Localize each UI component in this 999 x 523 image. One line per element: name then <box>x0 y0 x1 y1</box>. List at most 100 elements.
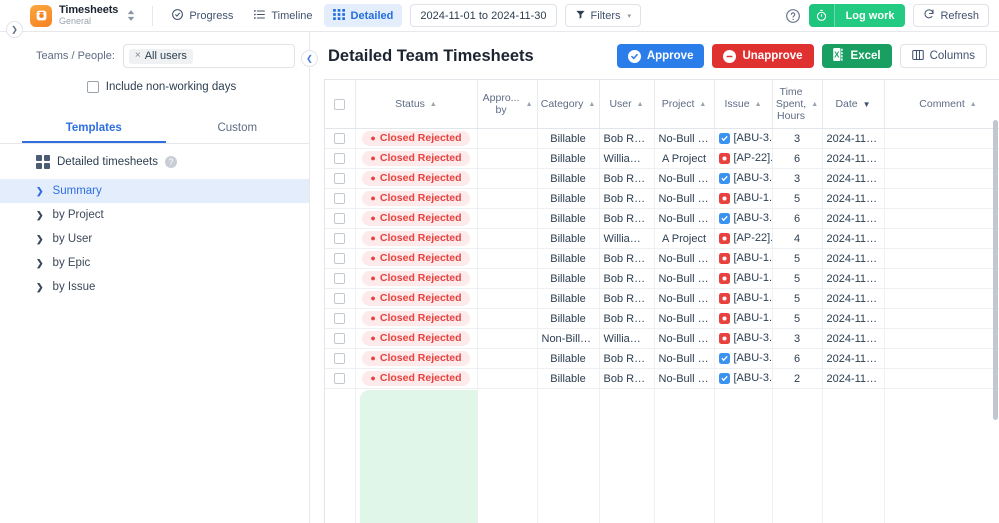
sidebar-item-by-issue[interactable]: ❯ by Issue <box>0 275 309 299</box>
row-issue-cell[interactable]: [ABU-1... <box>714 268 773 289</box>
table-row[interactable]: ●Closed Rejected BillableBob Robin...No-B… <box>325 368 999 389</box>
row-issue-cell[interactable]: [ABU-3... <box>714 368 773 389</box>
column-header-status[interactable]: Status ▲ <box>355 80 478 129</box>
column-header-user[interactable]: User ▲ <box>599 80 655 129</box>
chevron-up-down-icon[interactable] <box>127 10 135 21</box>
row-issue-cell[interactable]: [ABU-1... <box>714 308 773 329</box>
row-checkbox[interactable] <box>334 193 346 205</box>
app-identity[interactable]: Timesheets General <box>30 4 143 27</box>
row-select-cell[interactable] <box>325 288 356 309</box>
table-row[interactable]: ●Closed Rejected BillableBob Robin...No-B… <box>325 268 999 289</box>
status-badge: ● Closed Rejected <box>362 271 470 286</box>
row-checkbox[interactable] <box>334 313 346 325</box>
approve-button[interactable]: Approve <box>616 44 705 68</box>
row-issue-cell[interactable]: [ABU-3... <box>714 168 773 189</box>
refresh-button[interactable]: Refresh <box>913 4 989 27</box>
row-issue-cell[interactable]: [ABU-1... <box>714 188 773 209</box>
question-mark-icon[interactable]: ? <box>165 156 177 168</box>
view-tab-detailed[interactable]: Detailed <box>323 4 403 27</box>
table-row[interactable]: ●Closed Rejected BillableBob Robin...No-B… <box>325 308 999 329</box>
row-checkbox[interactable] <box>334 173 346 185</box>
column-header-approved-by[interactable]: Appro... by ▲ <box>477 80 538 129</box>
row-select-cell[interactable] <box>325 148 356 169</box>
row-project-cell: No-Bull Bo... <box>654 288 715 309</box>
column-header-category[interactable]: Category ▲ <box>537 80 600 129</box>
view-tab-progress[interactable]: Progress <box>162 4 242 27</box>
column-header-date[interactable]: Date ▼ <box>822 80 885 129</box>
row-issue-cell[interactable]: [ABU-2... <box>714 388 773 523</box>
row-select-cell[interactable] <box>325 348 356 369</box>
table-row[interactable]: ●Closed Rejected BillableBob Robin...No-B… <box>325 128 999 149</box>
sidebar-item-by-epic[interactable]: ❯ by Epic <box>0 251 309 275</box>
row-issue-cell[interactable]: [ABU-3... <box>714 328 773 349</box>
row-issue-cell[interactable]: [AP-22]... <box>714 148 773 169</box>
row-checkbox[interactable] <box>334 253 346 265</box>
date-range-picker[interactable]: 2024-11-01 to 2024-11-30 <box>410 4 557 27</box>
row-select-cell[interactable] <box>325 168 356 189</box>
all-users-token[interactable]: × All users <box>128 48 193 64</box>
view-tab-timeline[interactable]: Timeline <box>244 4 321 27</box>
table-row[interactable]: ●Closed Rejected BillableBob Robin...No-B… <box>325 208 999 229</box>
table-row[interactable]: ●Closed Rejected Non-BillableWilliam Jo..… <box>325 328 999 349</box>
row-select-cell[interactable] <box>325 208 356 229</box>
select-all-checkbox[interactable] <box>334 98 346 110</box>
table-row[interactable]: ●Closed Rejected BillableWilliam Jo...A P… <box>325 148 999 169</box>
row-select-cell[interactable] <box>325 228 356 249</box>
row-checkbox[interactable] <box>334 213 346 225</box>
log-work-button[interactable]: Log work <box>808 4 906 27</box>
column-header-issue[interactable]: Issue ▲ <box>714 80 773 129</box>
collapse-left-panel-button[interactable]: ❯ <box>6 21 23 38</box>
unapprove-button[interactable]: Unapprove <box>712 44 814 68</box>
row-select-cell[interactable] <box>325 368 356 389</box>
excel-export-button[interactable]: X Excel <box>821 44 892 68</box>
include-non-working-days-row[interactable]: Include non-working days <box>36 81 295 93</box>
row-issue-cell[interactable]: [ABU-1... <box>714 248 773 269</box>
row-issue-cell[interactable]: [AP-22]... <box>714 228 773 249</box>
row-issue-cell[interactable]: [ABU-3... <box>714 128 773 149</box>
sidebar-item-summary[interactable]: ❯ Summary <box>0 179 309 203</box>
row-issue-cell[interactable]: [ABU-3... <box>714 348 773 369</box>
row-select-cell[interactable] <box>325 328 356 349</box>
column-header-comment[interactable]: Comment ▲ <box>884 80 999 129</box>
column-label: Date <box>835 98 858 110</box>
row-issue-cell[interactable]: [ABU-1... <box>714 288 773 309</box>
row-user-cell: William Jo... <box>599 228 655 249</box>
teams-people-input[interactable]: × All users <box>122 44 295 68</box>
table-row[interactable]: ●Closed Rejected BillableBob Robin...No-B… <box>325 348 999 369</box>
row-checkbox[interactable] <box>334 293 346 305</box>
row-select-cell[interactable] <box>325 188 356 209</box>
vertical-scrollbar[interactable] <box>993 120 998 420</box>
tab-custom[interactable]: Custom <box>166 113 310 143</box>
include-non-working-days-checkbox[interactable] <box>86 81 99 93</box>
table-row[interactable]: ●Closed Rejected BillableWilliam Jo...A P… <box>325 228 999 249</box>
row-checkbox[interactable] <box>334 153 346 165</box>
table-row[interactable]: ●Closed Rejected BillableBob Robin...No-B… <box>325 248 999 269</box>
row-checkbox[interactable] <box>334 133 346 145</box>
sidebar-item-by-user[interactable]: ❯ by User <box>0 227 309 251</box>
table-row[interactable]: ●Closed Rejected BillableBob Robin...No-B… <box>325 288 999 309</box>
row-checkbox[interactable] <box>334 273 346 285</box>
row-select-cell[interactable] <box>325 308 356 329</box>
sidebar-item-by-project[interactable]: ❯ by Project <box>0 203 309 227</box>
row-checkbox[interactable] <box>334 233 346 245</box>
row-issue-cell[interactable]: [ABU-3... <box>714 208 773 229</box>
tab-templates[interactable]: Templates <box>22 113 166 143</box>
help-circle-icon[interactable] <box>785 8 801 24</box>
row-category-cell: Billable <box>537 348 600 369</box>
filters-button[interactable]: Filters ▾ <box>564 4 642 27</box>
table-row[interactable]: ●Closed Rejected BillableBob Robin...No-B… <box>325 168 999 189</box>
row-checkbox[interactable] <box>334 373 346 385</box>
columns-button[interactable]: Columns <box>899 44 987 68</box>
row-select-cell[interactable] <box>325 248 356 269</box>
row-checkbox[interactable] <box>334 333 346 345</box>
table-row[interactable]: ●Closed Rejected BillableBob Robin...No-B… <box>325 188 999 209</box>
remove-token-icon[interactable]: × <box>135 50 141 61</box>
row-select-cell[interactable] <box>325 128 356 149</box>
row-checkbox[interactable] <box>334 353 346 365</box>
table-row[interactable]: ●Closed ApprovedEve SinclairBillableEve … <box>325 388 999 523</box>
row-select-cell[interactable] <box>325 268 356 289</box>
column-header-time-spent[interactable]: Time Spent, Hours ▲ <box>772 80 823 129</box>
collapse-sidebar-button[interactable]: ❮ <box>301 50 318 67</box>
column-header-project[interactable]: Project ▲ <box>654 80 715 129</box>
row-select-cell[interactable] <box>325 388 356 523</box>
